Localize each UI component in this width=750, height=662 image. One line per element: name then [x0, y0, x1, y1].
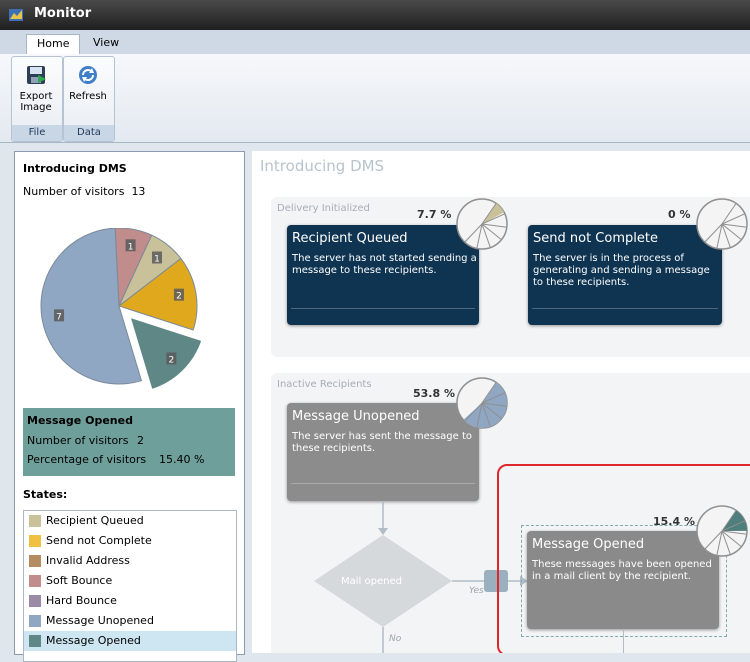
- percentage-label: 15.4 %: [653, 515, 695, 528]
- tab-view[interactable]: View: [83, 34, 129, 54]
- ribbon-group-label-file: File: [12, 125, 62, 141]
- state-item[interactable]: Message Unopened: [24, 611, 236, 631]
- state-label: Hard Bounce: [46, 594, 117, 607]
- state-label: Message Opened: [46, 634, 141, 647]
- state-swatch: [29, 635, 41, 647]
- tab-home[interactable]: Home: [26, 34, 81, 55]
- selected-state-info: Message Opened Number of visitors 2 Perc…: [23, 408, 235, 476]
- refresh-label: Refresh: [69, 91, 107, 102]
- decision-label: Mail opened: [341, 576, 402, 587]
- card-title: Message Unopened: [292, 409, 420, 424]
- mini-pie-message-unopened: [456, 377, 508, 429]
- state-label: Invalid Address: [46, 554, 130, 567]
- visitors-summary: Number of visitors 13: [23, 185, 145, 198]
- diagram-title: Introducing DMS: [260, 157, 385, 175]
- workflow-diagram: Introducing DMS Delivery Initialized Rec…: [252, 151, 750, 653]
- info-visitors-value: 2: [137, 434, 144, 447]
- ribbon-tabs: Home View: [0, 30, 750, 55]
- card-divider: [291, 308, 475, 309]
- card-title: Send not Complete: [533, 231, 658, 246]
- export-image-label: Export Image: [19, 91, 53, 113]
- state-swatch: [29, 575, 41, 587]
- state-label: Recipient Queued: [46, 514, 144, 527]
- state-item[interactable]: Message Opened: [24, 631, 236, 651]
- card-message-unopened[interactable]: Message Unopened The server has sent the…: [287, 403, 479, 501]
- card-description: The server is in the process of generati…: [533, 253, 710, 288]
- state-swatch: [29, 535, 41, 547]
- card-description: The server has not started sending a mes…: [292, 253, 477, 276]
- card-title: Message Opened: [532, 537, 645, 552]
- ribbon-group-file: Export Image File: [11, 56, 63, 142]
- state-swatch: [29, 555, 41, 567]
- state-item[interactable]: Send not Complete: [24, 531, 236, 551]
- card-send-not-complete[interactable]: Send not Complete The server is in the p…: [528, 225, 722, 325]
- state-swatch: [29, 615, 41, 627]
- info-visitors-label: Number of visitors: [27, 434, 129, 447]
- pie-slice-label: 1: [128, 242, 134, 252]
- state-item[interactable]: Invalid Address: [24, 551, 236, 571]
- visitors-label: Number of visitors: [23, 185, 125, 198]
- refresh-button[interactable]: Refresh: [64, 59, 112, 119]
- summary-panel: Introducing DMS Number of visitors 13 11…: [14, 151, 245, 662]
- ribbon: Export Image File Refresh Data: [0, 54, 750, 143]
- card-divider: [532, 308, 718, 309]
- decision-no-label: No: [389, 634, 402, 644]
- visitors-count: 13: [131, 185, 146, 198]
- app-icon: [9, 9, 23, 21]
- state-item[interactable]: Hard Bounce: [24, 591, 236, 611]
- percentage-label: 7.7 %: [417, 208, 452, 221]
- ribbon-group-label-data: Data: [64, 125, 114, 141]
- card-title: Recipient Queued: [292, 231, 408, 246]
- panel-title: Introducing DMS: [23, 162, 127, 175]
- mini-pie-message-opened: [696, 505, 748, 557]
- group-label: Inactive Recipients: [277, 379, 372, 390]
- pie-slice-label: 2: [176, 292, 182, 302]
- state-label: Soft Bounce: [46, 574, 113, 587]
- info-title: Message Opened: [27, 414, 133, 427]
- states-list[interactable]: Recipient Queued Send not Complete Inval…: [23, 510, 237, 662]
- state-swatch: [29, 595, 41, 607]
- decision-yes-label: Yes: [469, 586, 484, 596]
- title-bar: Monitor: [0, 0, 750, 30]
- export-image-icon: [27, 66, 46, 84]
- export-image-button[interactable]: Export Image: [12, 59, 60, 119]
- state-label: Message Unopened: [46, 614, 154, 627]
- card-description: These messages have been opened in a mai…: [532, 559, 712, 582]
- visitors-pie-chart: 1 1 2 2 7: [40, 228, 205, 393]
- info-percentage-label: Percentage of visitors: [27, 453, 147, 466]
- info-percentage-value: 15.40 %: [159, 453, 205, 466]
- mini-pie-recipient-queued: [456, 198, 508, 250]
- percentage-label: 0 %: [668, 208, 691, 221]
- card-message-opened[interactable]: Message Opened These messages have been …: [527, 531, 719, 629]
- group-label: Delivery Initialized: [277, 203, 370, 214]
- flow-connector-down: [623, 629, 624, 653]
- state-swatch: [29, 515, 41, 527]
- card-description: The server has sent the message to these…: [292, 431, 473, 454]
- card-recipient-queued[interactable]: Recipient Queued The server has not star…: [287, 225, 479, 325]
- window-title: Monitor: [34, 6, 92, 21]
- states-heading: States:: [23, 488, 68, 501]
- ribbon-group-data: Refresh Data: [63, 56, 115, 142]
- percentage-label: 53.8 %: [413, 387, 455, 400]
- pie-slice-label: 1: [154, 255, 160, 265]
- state-item[interactable]: Soft Bounce: [24, 571, 236, 591]
- state-label: Send not Complete: [46, 534, 152, 547]
- state-item[interactable]: Recipient Queued: [24, 511, 236, 531]
- pie-slice-label: 2: [168, 355, 174, 365]
- mini-pie-send-not-complete: [696, 198, 748, 250]
- pie-slice-label: 7: [56, 312, 62, 322]
- refresh-icon: [79, 66, 97, 84]
- card-divider: [291, 483, 475, 484]
